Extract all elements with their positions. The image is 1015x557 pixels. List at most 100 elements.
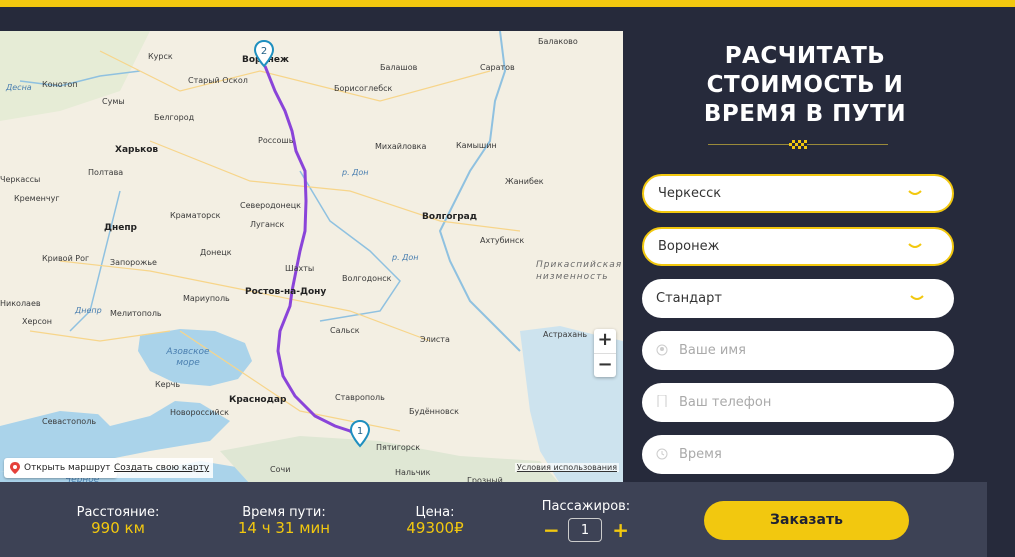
clock-icon [656, 448, 668, 460]
route-line [263, 65, 359, 439]
city-label: Элиста [420, 335, 450, 344]
city-label: Краматорск [170, 211, 221, 220]
taxi-checker-icon [789, 140, 807, 149]
summary-bar: Расстояние: 990 км Время пути: 14 ч 31 м… [0, 482, 987, 557]
city-label: Волгоград [422, 212, 478, 222]
passengers-label: Пассажиров: [541, 499, 631, 514]
phone-placeholder: Ваш телефон [679, 395, 772, 410]
city-label: Ставрополь [335, 393, 385, 402]
city-label: Белгород [154, 113, 195, 122]
zoom-out-button[interactable]: − [594, 353, 616, 378]
city-label: Сальск [330, 326, 360, 335]
form-title-line: РАСЧИТАТЬ [724, 43, 886, 69]
city-label: Николаев [0, 299, 41, 308]
time-input[interactable]: Время [642, 435, 954, 474]
city-label: Волгодонск [342, 274, 392, 283]
create-map-link[interactable]: Создать свою карту [110, 458, 214, 478]
top-accent-bar [0, 0, 1015, 7]
city-label: Будённовск [409, 407, 459, 416]
phone-icon [657, 395, 667, 407]
route-marker-end-icon[interactable]: 2 [254, 40, 274, 68]
water-label: Азовское море [166, 347, 210, 368]
passengers-decrement-button[interactable]: − [543, 518, 560, 542]
marker-label: 2 [261, 46, 267, 57]
city-label: Херсон [22, 317, 53, 326]
city-label: Северодонецк [240, 201, 301, 210]
city-label: Балаково [538, 37, 578, 46]
city-label: Полтава [88, 168, 124, 177]
city-label: Мариуполь [183, 294, 230, 303]
city-label: Михайловка [375, 142, 427, 151]
city-label: Астрахань [543, 330, 588, 339]
time-value: 14 ч 31 мин [237, 519, 331, 537]
zoom-control: + − [594, 329, 616, 377]
city-label: Россошь [258, 136, 294, 145]
city-label: Керчь [155, 380, 181, 389]
chevron-down-icon [910, 295, 924, 300]
route-marker-start-icon[interactable]: 1 [350, 420, 370, 448]
tariff-select[interactable]: Стандарт [642, 279, 954, 318]
city-label: Нальчик [395, 468, 431, 477]
time-stat: Время пути: 14 ч 31 мин [214, 506, 354, 537]
city-label: Донецк [200, 248, 232, 257]
phone-input[interactable]: Ваш телефон [642, 383, 954, 422]
water-label: Десна [6, 83, 32, 92]
open-route-label: Открыть маршрут [24, 463, 111, 473]
name-input[interactable]: Ваше имя [642, 331, 954, 370]
marker-label: 1 [357, 426, 363, 437]
city-label: Конотоп [42, 80, 78, 89]
city-label: Мелитополь [110, 309, 162, 318]
city-label: Шахты [285, 264, 315, 273]
route-map[interactable]: Курск Воронеж Старый Оскол Балашов Сарат… [0, 31, 623, 484]
city-label: Запорожье [110, 258, 157, 267]
water-label: р. Дон [342, 168, 369, 177]
form-title-line: СТОИМОСТЬ И [706, 72, 904, 98]
tariff-select-value: Стандарт [656, 291, 722, 306]
city-label: Кривой Рог [42, 254, 90, 263]
city-label: Старый Оскол [188, 76, 248, 85]
terms-link[interactable]: Условия использования [514, 463, 619, 472]
city-label: Севастополь [42, 417, 97, 426]
form-title-line: ВРЕМЯ В ПУТИ [703, 101, 907, 127]
city-label: Саратов [480, 63, 515, 72]
location-pin-icon [10, 462, 20, 474]
city-label: Сочи [270, 465, 291, 474]
price-value: 49300₽ [406, 519, 464, 537]
city-label: Ахтубинск [480, 236, 525, 245]
user-icon [656, 344, 668, 356]
passengers-increment-button[interactable]: + [612, 518, 629, 542]
title-divider [708, 140, 888, 149]
city-label: Краснодар [229, 395, 287, 405]
price-label: Цена: [415, 505, 455, 520]
city-label: Камышин [456, 141, 497, 150]
order-button[interactable]: Заказать [704, 501, 909, 540]
distance-label: Расстояние: [76, 505, 160, 520]
water-label: Днепр [75, 306, 102, 315]
city-label: Сумы [102, 97, 125, 106]
to-select-value: Воронеж [658, 239, 720, 254]
city-label: Пятигорск [376, 443, 421, 452]
city-label: Жанибек [505, 177, 544, 186]
zoom-in-button[interactable]: + [594, 329, 616, 353]
city-label: Ростов-на-Дону [245, 287, 327, 297]
city-label: Днепр [104, 223, 137, 233]
form-title: РАСЧИТАТЬ СТОИМОСТЬ И ВРЕМЯ В ПУТИ [640, 42, 970, 129]
city-label: Новороссийск [170, 408, 229, 417]
time-label: Время пути: [242, 505, 326, 520]
city-label: Луганск [250, 220, 285, 229]
distance-stat: Расстояние: 990 км [48, 506, 188, 537]
city-label: Курск [148, 52, 173, 61]
time-placeholder: Время [679, 447, 722, 462]
name-placeholder: Ваше имя [679, 343, 746, 358]
chevron-down-icon [908, 190, 922, 195]
from-select-value: Черкесск [658, 186, 722, 201]
water-label: р. Дон [392, 253, 419, 262]
to-select[interactable]: Воронеж [642, 227, 954, 266]
chevron-down-icon [908, 243, 922, 248]
city-label: Черкассы [0, 175, 41, 184]
open-route-button[interactable]: Открыть маршрут [4, 458, 117, 478]
from-select[interactable]: Черкесск [642, 174, 954, 213]
city-label: Харьков [115, 145, 159, 155]
city-label: Борисоглебск [334, 84, 393, 93]
passengers-count-input[interactable]: 1 [568, 518, 602, 542]
